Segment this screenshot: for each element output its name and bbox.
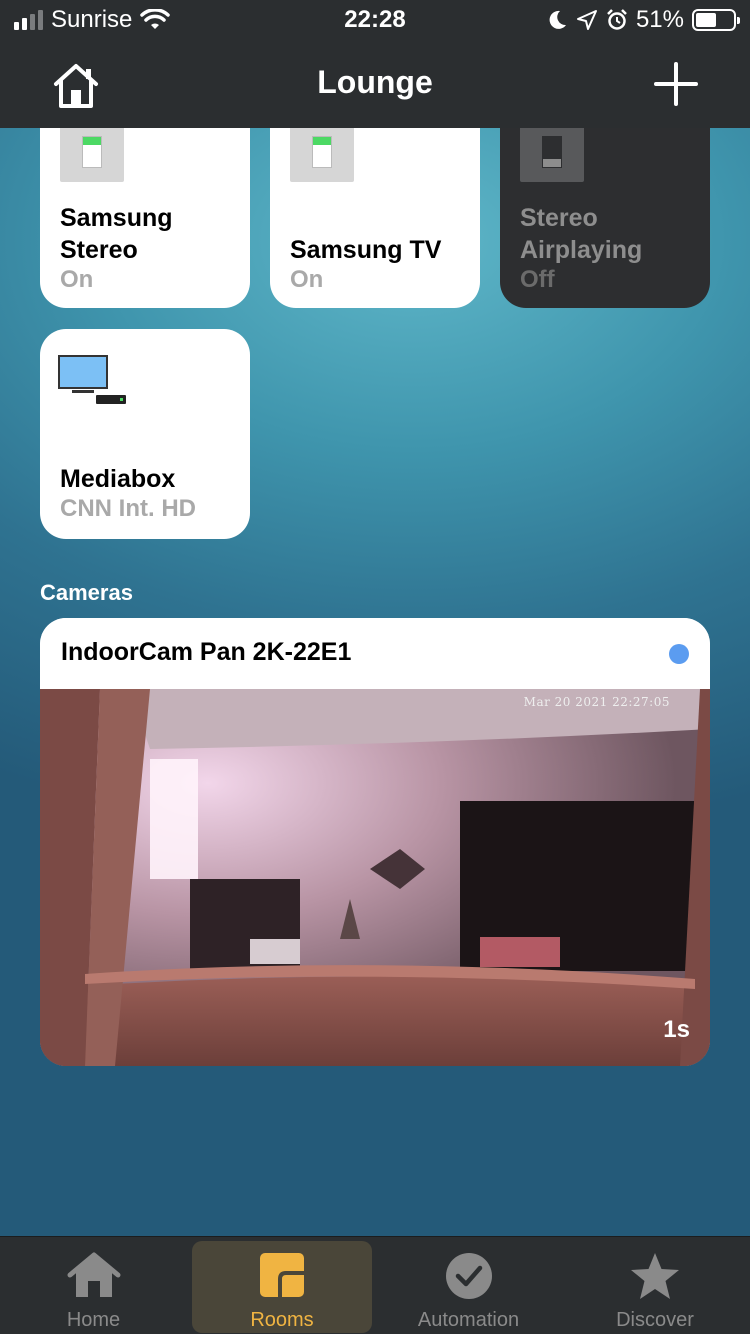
page-title: Lounge xyxy=(317,64,433,100)
accessory-status: On xyxy=(60,266,94,293)
camera-card[interactable]: IndoorCam Pan 2K-22E1 Mar 20 2021 22:27:… xyxy=(40,618,710,1066)
accessory-status: CNN Int. HD xyxy=(60,495,196,522)
snapshot-age: 1s xyxy=(663,1016,690,1043)
switch-icon xyxy=(60,120,124,182)
camera-status-dot xyxy=(669,644,689,664)
tab-automation[interactable]: Automation xyxy=(377,1237,560,1334)
accessory-name: Mediabox xyxy=(60,465,176,493)
location-arrow-icon xyxy=(576,10,597,30)
accessory-tile-samsung-stereo[interactable]: Samsung Stereo On xyxy=(40,98,250,308)
accessory-name: Samsung Stereo xyxy=(60,204,173,264)
battery-percent: 51% xyxy=(635,6,684,33)
tab-label: Discover xyxy=(616,1309,694,1331)
tab-bar: Home Rooms Automation Discover xyxy=(0,1236,750,1334)
star-icon xyxy=(631,1253,679,1299)
tab-label: Home xyxy=(66,1309,121,1331)
camera-image xyxy=(40,689,710,1066)
add-icon[interactable] xyxy=(652,60,700,108)
clock-check-icon xyxy=(445,1253,492,1299)
accessory-name: Stereo Airplaying xyxy=(520,204,643,264)
accessory-status: On xyxy=(290,266,324,293)
accessory-tile-stereo-airplaying[interactable]: Stereo Airplaying Off xyxy=(500,98,710,308)
status-bar: Sunrise 22:28 51% xyxy=(0,0,750,42)
camera-header: IndoorCam Pan 2K-22E1 xyxy=(40,618,710,689)
section-title-cameras: Cameras xyxy=(40,580,133,605)
tab-rooms[interactable]: Rooms xyxy=(187,1237,377,1334)
accessory-status: Off xyxy=(520,266,555,293)
tab-label: Automation xyxy=(417,1309,520,1331)
nav-bar: Lounge xyxy=(0,42,750,128)
house-icon xyxy=(67,1252,120,1297)
tab-home[interactable]: Home xyxy=(0,1237,187,1334)
accessory-tile-samsung-tv[interactable]: Samsung TV On xyxy=(270,98,480,308)
tab-discover[interactable]: Discover xyxy=(560,1237,750,1334)
alarm-icon xyxy=(607,9,627,30)
camera-timestamp: Mar 20 2021 22:27:05 xyxy=(523,695,670,709)
camera-name: IndoorCam Pan 2K-22E1 xyxy=(61,638,352,666)
battery-icon xyxy=(692,9,740,31)
rooms-icon xyxy=(260,1253,304,1297)
tab-label: Rooms xyxy=(250,1309,314,1331)
accessory-name: Samsung TV xyxy=(290,236,442,264)
camera-snapshot[interactable]: Mar 20 2021 22:27:05 1s xyxy=(40,689,710,1066)
moon-icon xyxy=(549,10,566,29)
accessory-tile-mediabox[interactable]: Mediabox CNN Int. HD xyxy=(40,329,250,539)
tv-settop-box-icon xyxy=(58,355,126,404)
switch-icon xyxy=(520,120,584,182)
switch-icon xyxy=(290,120,354,182)
